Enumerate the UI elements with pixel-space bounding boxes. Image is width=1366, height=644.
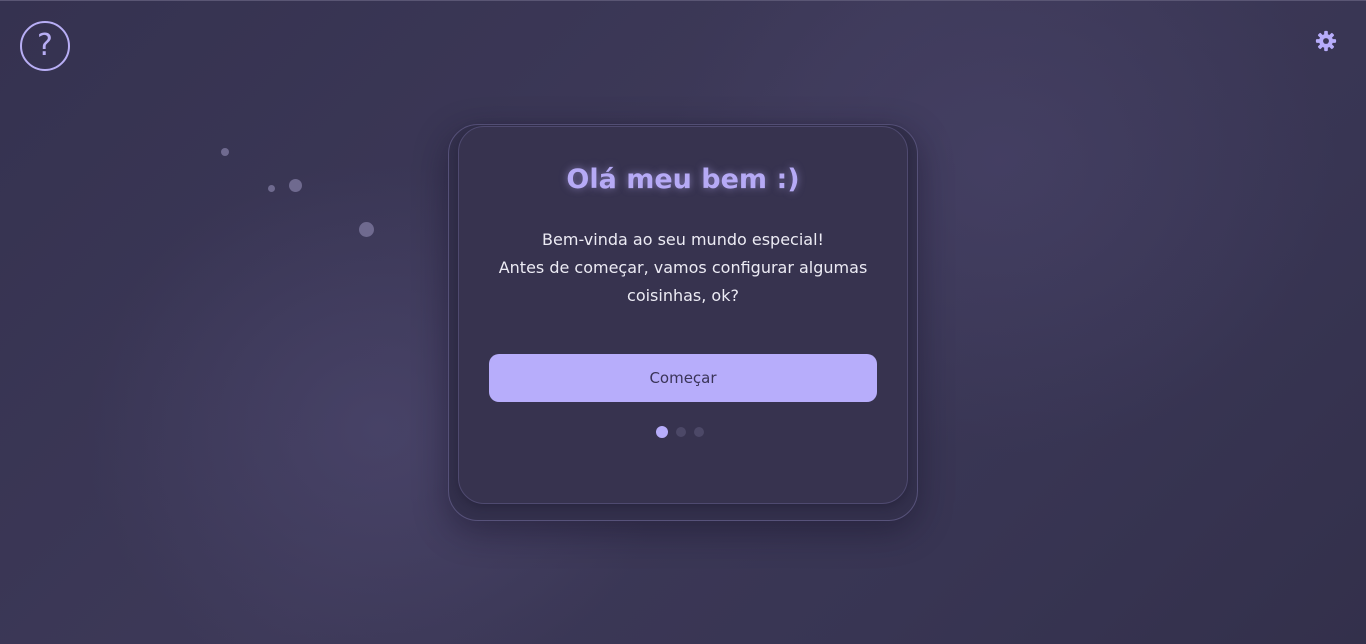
card-title: Olá meu bem :): [566, 164, 800, 195]
step-dot-active: [656, 426, 668, 438]
step-dot: [694, 427, 704, 437]
settings-button[interactable]: [1312, 27, 1340, 55]
particle: [268, 185, 275, 192]
particle: [221, 148, 229, 156]
message-line: Antes de começar, vamos configurar algum…: [498, 258, 868, 277]
gear-icon: [1315, 30, 1337, 52]
message-line: Bem-vinda ao seu mundo especial!: [542, 230, 824, 249]
particle: [289, 179, 302, 192]
start-button[interactable]: Começar: [489, 354, 877, 402]
step-dot: [676, 427, 686, 437]
top-border: [0, 0, 1366, 1]
step-indicator: [656, 426, 704, 438]
help-button[interactable]: ?: [20, 21, 70, 71]
message-line: coisinhas, ok?: [627, 286, 739, 305]
question-mark-icon: ?: [37, 28, 53, 63]
welcome-message: Bem-vinda ao seu mundo especial! Antes d…: [488, 226, 878, 310]
particle: [359, 222, 374, 237]
